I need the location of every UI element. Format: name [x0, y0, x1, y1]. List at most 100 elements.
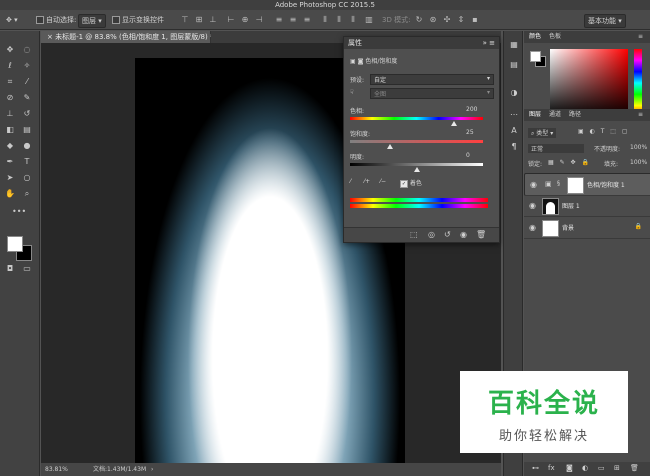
- zoom-level[interactable]: 83.81%: [45, 463, 68, 476]
- add-mask-icon[interactable]: ◙: [566, 464, 573, 472]
- align-right-icon[interactable]: ⊣: [254, 15, 264, 25]
- lightness-slider-thumb[interactable]: [413, 167, 420, 172]
- clone-stamp-icon[interactable]: ⊥: [4, 108, 16, 120]
- 3d-slide-icon[interactable]: ⇕: [456, 15, 466, 25]
- mask-icon[interactable]: ◙: [358, 58, 364, 65]
- character-panel-icon[interactable]: A: [508, 125, 520, 137]
- saturation-slider-track[interactable]: [350, 140, 483, 143]
- distribute-right-icon[interactable]: ⦀: [348, 15, 358, 25]
- layer-row[interactable]: ◉ 图层 1: [524, 195, 650, 217]
- auto-select-dropdown[interactable]: 图层 ▾: [78, 14, 106, 28]
- align-hcenter-icon[interactable]: ⊕: [240, 15, 250, 25]
- visibility-icon[interactable]: ◉: [460, 230, 467, 239]
- 3d-scale-icon[interactable]: ▪: [470, 15, 480, 25]
- blend-mode-dropdown[interactable]: 正常: [528, 144, 584, 153]
- layer-mask-thumbnail[interactable]: [567, 177, 584, 194]
- layer-row[interactable]: ◉ 背景 🔒: [524, 217, 650, 239]
- tab-layers[interactable]: 图层: [529, 109, 541, 121]
- eye-icon[interactable]: ◉: [529, 201, 536, 210]
- channel-dropdown[interactable]: 全图 ▾: [370, 88, 494, 99]
- preset-dropdown[interactable]: 自定 ▾: [370, 74, 494, 85]
- align-bottom-icon[interactable]: ⊥: [208, 15, 218, 25]
- opacity-value[interactable]: 100%: [630, 144, 647, 151]
- history-panel-icon[interactable]: ▦: [508, 39, 520, 51]
- saturation-value[interactable]: 25: [466, 129, 474, 136]
- colorize-checkbox[interactable]: ✓ 着色: [400, 178, 422, 188]
- eyedropper-icon[interactable]: ⁄: [21, 76, 33, 88]
- properties-panel-icon[interactable]: ▤: [508, 59, 520, 71]
- hand-tool-icon[interactable]: ✋: [4, 188, 16, 200]
- fx-icon[interactable]: fx: [548, 464, 555, 472]
- paths-panel-icon[interactable]: ⋯: [508, 109, 520, 121]
- saturation-slider-thumb[interactable]: [386, 144, 393, 149]
- eyedropper-icon[interactable]: ⁄: [350, 178, 351, 185]
- distribute-vcenter-icon[interactable]: ≡: [288, 15, 298, 25]
- panel-menu-icon[interactable]: ≡: [638, 109, 643, 121]
- lightness-value[interactable]: 0: [466, 152, 470, 159]
- close-icon[interactable]: ×: [47, 33, 55, 41]
- crop-tool-icon[interactable]: ⌗: [4, 76, 16, 88]
- magic-wand-icon[interactable]: ✧: [21, 60, 33, 72]
- view-previous-icon[interactable]: ◎: [428, 230, 435, 239]
- history-brush-icon[interactable]: ↺: [21, 108, 33, 120]
- dodge-tool-icon[interactable]: ●: [21, 140, 33, 152]
- hue-slider-thumb[interactable]: [450, 121, 457, 126]
- brush-tool-icon[interactable]: ✎: [21, 92, 33, 104]
- clip-to-layer-icon[interactable]: ⬚: [410, 230, 418, 239]
- distribute-bottom-icon[interactable]: ≡: [302, 15, 312, 25]
- tab-swatches[interactable]: 色板: [549, 31, 561, 43]
- auto-select-checkbox[interactable]: 自动选择:: [36, 14, 76, 26]
- move-tool-icon[interactable]: ✥: [4, 44, 16, 56]
- align-top-icon[interactable]: ⊤: [180, 15, 190, 25]
- link-icon[interactable]: §: [557, 180, 560, 187]
- panel-menu-icon[interactable]: ≡: [638, 31, 643, 43]
- blur-tool-icon[interactable]: ◆: [4, 140, 16, 152]
- layer-row[interactable]: ◉ ▣ § 色相/饱和度 1: [524, 173, 650, 196]
- 3d-roll-icon[interactable]: ⊛: [428, 15, 438, 25]
- adjustments-panel-icon[interactable]: ◑: [508, 87, 520, 99]
- distribute-hcenter-icon[interactable]: ⦀: [334, 15, 344, 25]
- link-layers-icon[interactable]: ⊷: [532, 464, 539, 472]
- path-selection-icon[interactable]: ➤: [4, 172, 16, 184]
- tab-channels[interactable]: 通道: [549, 109, 561, 121]
- align-left-icon[interactable]: ⊢: [226, 15, 236, 25]
- adjustment-layer-icon[interactable]: ◐: [582, 464, 588, 472]
- auto-align-icon[interactable]: ▥: [364, 15, 374, 25]
- foreground-color-chip[interactable]: [530, 51, 541, 62]
- type-tool-icon[interactable]: T: [21, 156, 33, 168]
- document-tab[interactable]: × 未标题-1 @ 83.8% (色相/饱和度 1, 图层蒙版/8) *: [41, 31, 213, 43]
- hue-value[interactable]: 200: [466, 106, 477, 113]
- status-arrow-icon[interactable]: ›: [151, 463, 153, 476]
- new-layer-icon[interactable]: ⊞: [614, 464, 620, 472]
- target-adjust-icon[interactable]: ☟: [350, 89, 354, 96]
- 3d-pan-icon[interactable]: ✣: [442, 15, 452, 25]
- eyedropper-minus-icon[interactable]: ⁄−: [380, 178, 386, 185]
- properties-panel-header[interactable]: 属性 » ≡: [344, 37, 499, 49]
- layer-filter-dropdown[interactable]: ⌕ 类型 ▾: [528, 128, 557, 138]
- marquee-tool-icon[interactable]: ◌: [21, 44, 33, 56]
- lock-icons[interactable]: ▦ ✎ ✥ 🔒: [548, 159, 591, 166]
- foreground-color-swatch[interactable]: [7, 236, 23, 252]
- delete-layer-icon[interactable]: 🗑: [630, 464, 639, 472]
- distribute-left-icon[interactable]: ⦀: [320, 15, 330, 25]
- move-tool-icon[interactable]: ✥ ▾: [6, 14, 18, 26]
- eyedropper-plus-icon[interactable]: ⁄+: [364, 178, 370, 185]
- eraser-tool-icon[interactable]: ◧: [4, 124, 16, 136]
- gradient-tool-icon[interactable]: ▤: [21, 124, 33, 136]
- quick-mask-icon[interactable]: ◘: [4, 263, 16, 275]
- screen-mode-icon[interactable]: ▭: [21, 263, 33, 275]
- panel-menu-icon[interactable]: » ≡: [483, 37, 495, 49]
- more-tools-icon[interactable]: •••: [12, 206, 26, 218]
- filter-icons[interactable]: ▣ ◐ T ⬚ ▢: [578, 128, 630, 135]
- document-size[interactable]: 文档:1.43M/1.43M: [93, 463, 146, 476]
- tab-paths[interactable]: 路径: [569, 109, 581, 121]
- workspace-dropdown[interactable]: 基本功能 ▾: [584, 14, 626, 28]
- lightness-slider-track[interactable]: [350, 163, 483, 166]
- tab-color[interactable]: 颜色: [529, 31, 541, 43]
- group-icon[interactable]: ▭: [598, 464, 605, 472]
- reset-icon[interactable]: ↺: [444, 230, 451, 239]
- ellipse-tool-icon[interactable]: ○: [21, 172, 33, 184]
- color-picker-field[interactable]: [550, 49, 628, 117]
- distribute-top-icon[interactable]: ≡: [274, 15, 284, 25]
- color-hue-slider[interactable]: [634, 49, 642, 117]
